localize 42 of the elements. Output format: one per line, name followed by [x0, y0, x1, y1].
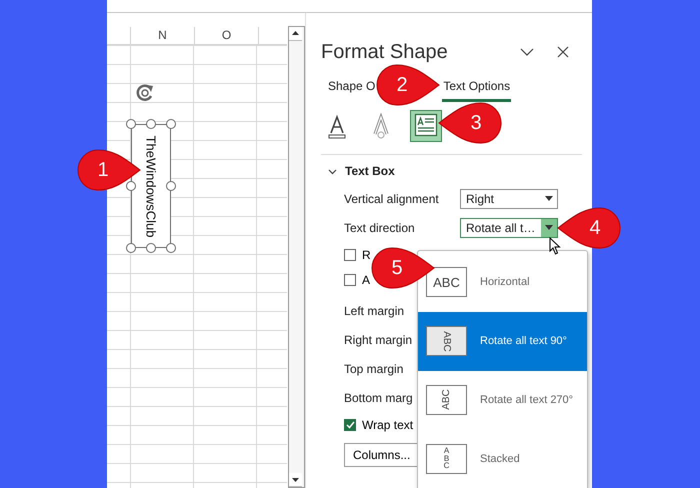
column-header[interactable]: N: [131, 27, 195, 44]
field-label: Text direction: [344, 220, 416, 234]
callout-tooltip: 2: [375, 63, 441, 107]
textbox-icon: [414, 113, 438, 139]
caret-icon: [545, 196, 553, 201]
field-label: Bottom marg: [344, 390, 413, 404]
callout-tooltip: 3: [437, 101, 503, 145]
menu-item[interactable]: ABC Rotate all text 90°: [418, 312, 587, 370]
callout-tooltip: 4: [556, 206, 622, 250]
field-label: Vertical alignment: [344, 192, 440, 206]
field-label: Left margin: [344, 304, 404, 318]
resize-handle[interactable]: [166, 181, 176, 191]
pane-title: Format Shape: [321, 40, 449, 64]
checkbox-label: A: [362, 272, 370, 286]
scroll-down-icon[interactable]: [289, 473, 302, 487]
checkbox[interactable]: [344, 248, 356, 260]
direction-preview: ABC: [426, 444, 467, 474]
caret-icon: [545, 225, 553, 230]
direction-preview: ABC: [426, 326, 467, 356]
close-icon[interactable]: [556, 45, 570, 59]
column-header[interactable]: O: [195, 27, 259, 44]
resize-handle[interactable]: [126, 181, 136, 191]
field-label: Top margin: [344, 362, 404, 376]
menu-item[interactable]: ABC Stacked: [418, 429, 587, 488]
checkbox[interactable]: [344, 274, 356, 286]
callout-tooltip: 1: [76, 148, 142, 192]
dropdown-field[interactable]: Right: [460, 188, 558, 208]
menu-item[interactable]: ABC Rotate all text 270°: [418, 370, 587, 430]
checkbox[interactable]: [344, 418, 356, 430]
checkbox-label: Wrap text: [362, 418, 414, 432]
vertical-scrollbar[interactable]: [288, 26, 305, 488]
scroll-up-icon[interactable]: [289, 27, 302, 41]
dropdown-field[interactable]: Rotate all t…: [460, 218, 558, 238]
section-title: Text Box: [345, 164, 395, 178]
checkbox-label: R: [362, 248, 371, 262]
textbox-tab[interactable]: [410, 110, 442, 142]
columns-button[interactable]: Columns...: [344, 443, 420, 467]
field-label: Right margin: [344, 332, 412, 346]
direction-preview: ABC: [426, 384, 467, 415]
chevron-down-icon[interactable]: [328, 166, 337, 176]
text-box-text: TheWindowsClub: [144, 135, 158, 237]
tab[interactable]: Shape O: [327, 75, 376, 102]
